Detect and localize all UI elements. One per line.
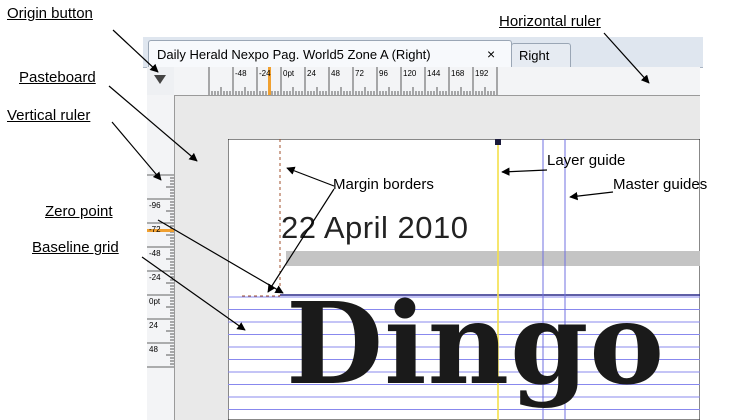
arrow-baseline-grid bbox=[141, 256, 246, 331]
arrow-master-guides bbox=[569, 191, 614, 201]
arrow-pasteboard bbox=[108, 85, 198, 162]
arrow-margin-top bbox=[286, 166, 335, 187]
screenshot: Daily Herald Nexpo Pag. World5 Zone A (R… bbox=[0, 0, 733, 420]
arrow-layer-guide bbox=[501, 167, 548, 176]
callout-arrows bbox=[108, 29, 650, 331]
arrow-origin-button bbox=[112, 29, 159, 73]
arrow-margin-left bbox=[267, 188, 335, 293]
arrow-horizontal-ruler bbox=[603, 32, 650, 84]
arrow-vertical-ruler bbox=[111, 121, 162, 181]
